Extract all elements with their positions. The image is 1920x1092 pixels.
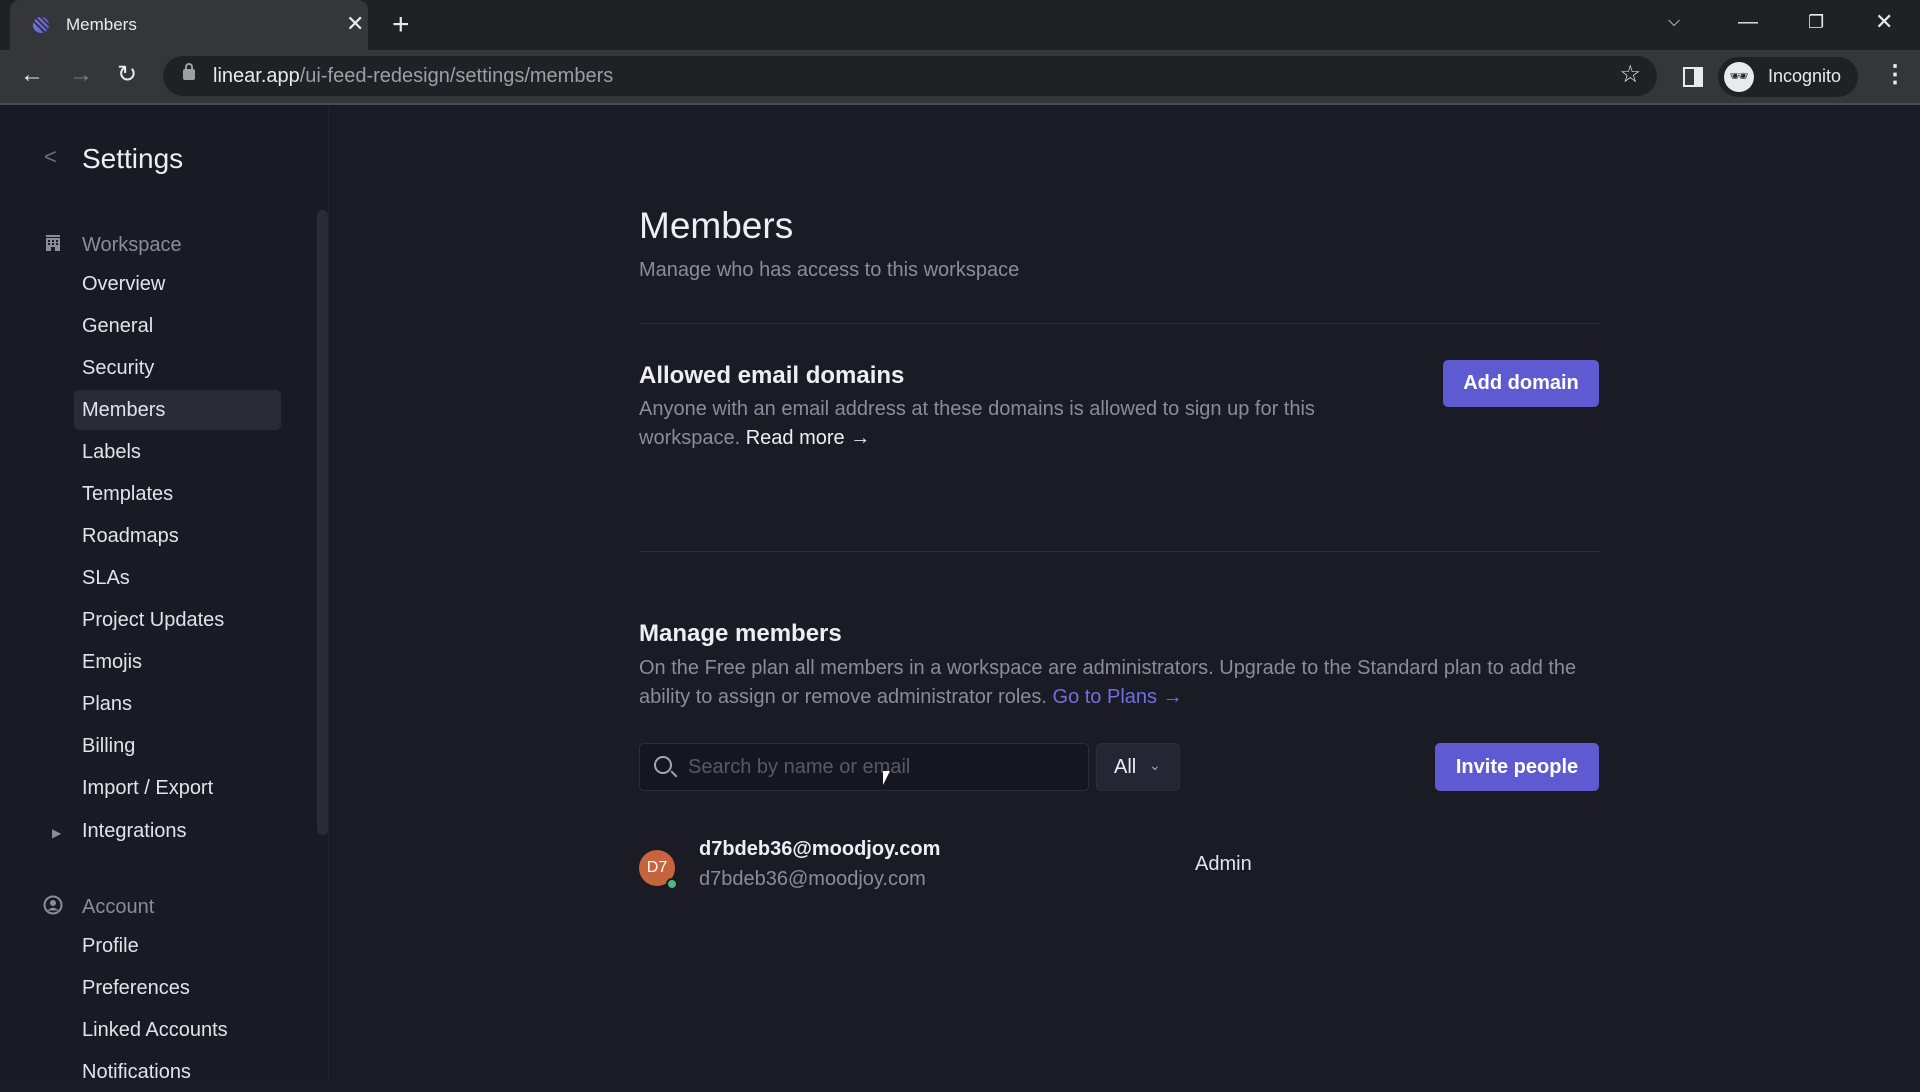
manage-members-description: On the Free plan all members in a worksp… (639, 654, 1599, 712)
browser-menu-icon[interactable]: ⋮ (1883, 60, 1907, 90)
member-name: d7bdeb36@moodjoy.com (699, 838, 941, 860)
tab-search-chevron-icon[interactable]: ⌵ (1668, 8, 1680, 36)
sidebar-item-templates[interactable]: Templates (74, 474, 281, 514)
page-title: Members (639, 205, 794, 246)
url-text[interactable]: linear.app/ui-feed-redesign/settings/mem… (213, 65, 613, 88)
lock-icon[interactable] (183, 63, 195, 80)
new-tab-icon[interactable]: + (392, 8, 410, 42)
sidebar-item-general[interactable]: General (74, 306, 281, 346)
close-window-icon[interactable]: ✕ (1875, 8, 1893, 36)
member-email: d7bdeb36@moodjoy.com (699, 868, 926, 890)
allowed-domains-description: Anyone with an email address at these do… (639, 395, 1379, 453)
user-circle-icon (43, 895, 63, 915)
sidebar-scrollbar[interactable] (317, 210, 328, 835)
member-search[interactable] (639, 743, 1089, 791)
bookmark-star-icon[interactable]: ☆ (1619, 60, 1641, 89)
search-icon (654, 756, 672, 774)
building-icon (46, 235, 60, 251)
invite-people-button[interactable]: Invite people (1435, 743, 1599, 791)
sidebar-item-overview[interactable]: Overview (74, 264, 281, 304)
sidebar-item-emojis[interactable]: Emojis (74, 642, 281, 682)
address-bar[interactable]: linear.app/ui-feed-redesign/settings/mem… (163, 56, 1657, 96)
sidebar-item-plans[interactable]: Plans (74, 684, 281, 724)
sidebar-item-slas[interactable]: SLAs (74, 558, 281, 598)
sidebar-item-integrations[interactable]: Integrations (74, 811, 281, 851)
divider (639, 551, 1599, 552)
member-row[interactable]: D7 d7bdeb36@moodjoy.com d7bdeb36@moodjoy… (639, 838, 1599, 902)
minimize-icon[interactable]: — (1738, 8, 1758, 36)
sidebar-item-project-updates[interactable]: Project Updates (74, 600, 281, 640)
restore-icon[interactable]: ❐ (1808, 8, 1824, 36)
app: < Settings Workspace Overview General Se… (0, 107, 1920, 1083)
allowed-domains-text: Anyone with an email address at these do… (639, 398, 1315, 449)
manage-members-title: Manage members (639, 620, 842, 647)
browser-toolbar: ← → ↻ linear.app/ui-feed-redesign/settin… (0, 50, 1920, 105)
mouse-cursor-icon (883, 771, 890, 785)
read-more-link[interactable]: Read more → (746, 427, 871, 449)
back-icon[interactable]: ← (20, 60, 44, 90)
sidebar-item-profile[interactable]: Profile (74, 926, 281, 966)
browser-tab[interactable]: Members ✕ (10, 0, 368, 50)
online-status-icon (666, 878, 678, 890)
sidebar-item-labels[interactable]: Labels (74, 432, 281, 472)
sidebar-item-preferences[interactable]: Preferences (74, 968, 281, 1008)
sidebar-group-account: Account (82, 896, 155, 918)
go-to-plans-link[interactable]: Go to Plans → (1053, 686, 1183, 708)
incognito-profile-button[interactable]: 🕶 Incognito (1718, 57, 1858, 97)
reload-icon[interactable]: ↻ (117, 60, 137, 90)
side-panel-icon[interactable] (1683, 67, 1703, 87)
filter-value: All (1114, 756, 1137, 778)
sidebar-item-notifications[interactable]: Notifications (74, 1052, 281, 1092)
back-chevron-icon[interactable]: < (44, 144, 57, 170)
sidebar-item-security[interactable]: Security (74, 348, 281, 388)
sidebar-title: Settings (82, 143, 184, 174)
settings-sidebar: < Settings Workspace Overview General Se… (0, 107, 329, 1083)
allowed-domains-title: Allowed email domains (639, 362, 905, 389)
sidebar-item-members[interactable]: Members (74, 390, 281, 430)
expand-caret-icon[interactable]: ▶ (52, 826, 61, 840)
divider (639, 323, 1599, 324)
profile-label: Incognito (1768, 66, 1842, 86)
sidebar-group-workspace: Workspace (82, 234, 182, 256)
forward-icon[interactable]: → (69, 60, 93, 90)
incognito-icon: 🕶 (1724, 62, 1754, 92)
sidebar-item-billing[interactable]: Billing (74, 726, 281, 766)
member-role[interactable]: Admin (1195, 853, 1252, 876)
add-domain-button[interactable]: Add domain (1443, 360, 1599, 407)
sidebar-item-linked-accounts[interactable]: Linked Accounts (74, 1010, 281, 1050)
sidebar-item-import-export[interactable]: Import / Export (74, 768, 281, 808)
tab-title: Members (66, 15, 137, 34)
close-tab-icon[interactable]: ✕ (346, 11, 364, 37)
page-subtitle: Manage who has access to this workspace (639, 259, 1020, 281)
role-filter-dropdown[interactable]: All ⌄ (1096, 743, 1180, 791)
browser-tab-bar: Members ✕ + ⌵ — ❐ ✕ (0, 0, 1920, 50)
chevron-down-icon: ⌄ (1149, 757, 1161, 773)
sidebar-item-roadmaps[interactable]: Roadmaps (74, 516, 281, 556)
linear-favicon-icon (33, 17, 49, 33)
